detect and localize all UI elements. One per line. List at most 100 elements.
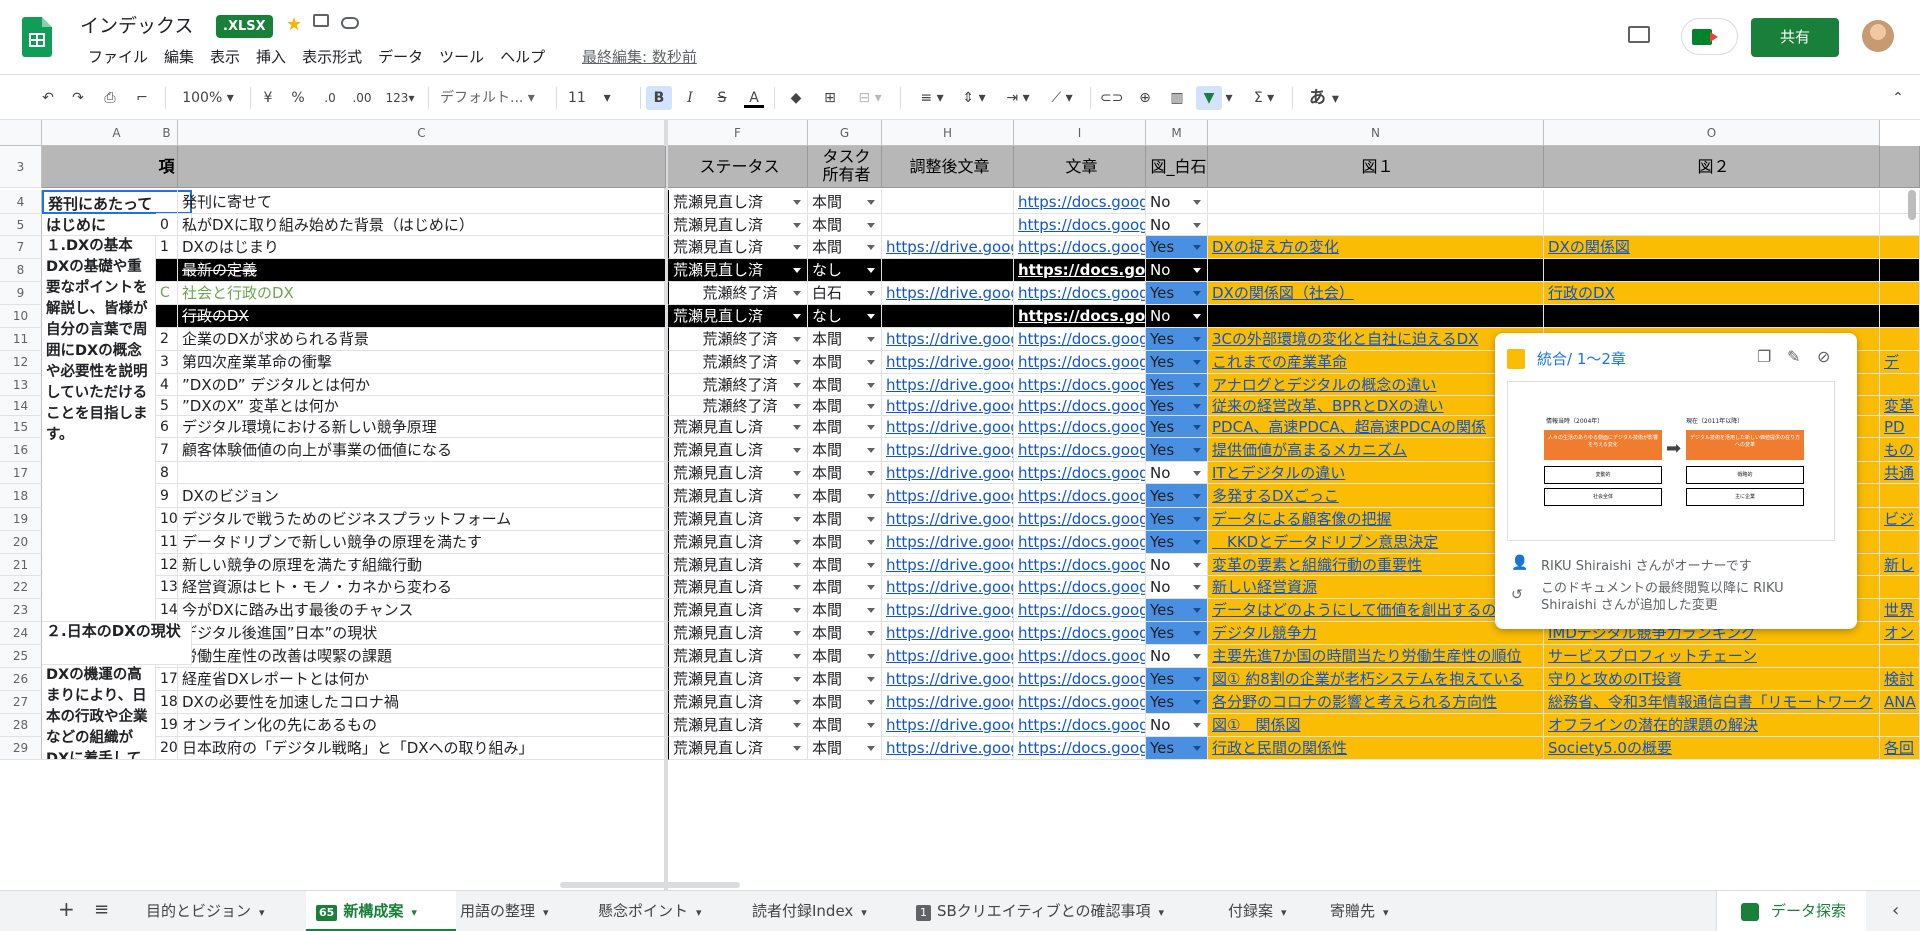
italic-button[interactable]: I — [680, 86, 700, 110]
cell-b[interactable]: 11 — [156, 531, 178, 554]
cell-h[interactable]: https://drive.googl — [882, 351, 1014, 374]
remove-link-icon[interactable]: ⊘ — [1817, 347, 1830, 366]
cell-i[interactable]: https://docs.google — [1014, 259, 1146, 282]
cell-n[interactable]: 従来の経営改革、BPRとDXの違い — [1208, 396, 1544, 416]
cell-p[interactable] — [1880, 259, 1920, 282]
cell-h[interactable]: https://drive.googl — [882, 282, 1014, 305]
chevron-down-icon[interactable] — [1193, 382, 1201, 388]
cell-f[interactable]: 荒瀬見直し済 — [668, 416, 808, 438]
cell-i[interactable]: https://docs.google — [1014, 622, 1146, 645]
cell-m[interactable]: No — [1146, 576, 1208, 599]
cell-g[interactable]: 本間 — [808, 599, 882, 622]
cell-b[interactable]: 10 — [156, 508, 178, 531]
cell-c[interactable] — [178, 462, 666, 484]
chevron-down-icon[interactable] — [1193, 677, 1201, 682]
cell-f[interactable]: 荒瀬見直し済 — [668, 190, 808, 214]
cell-h[interactable]: https://drive.googl — [882, 599, 1014, 622]
sheets-logo-icon[interactable] — [22, 17, 52, 57]
chevron-down-icon[interactable] — [1193, 470, 1201, 476]
chevron-down-icon[interactable] — [1193, 540, 1201, 545]
cell-c[interactable]: DXの必要性を加速したコロナ禍 — [178, 691, 666, 714]
insert-link-icon[interactable]: ⊂⊃ — [1100, 86, 1123, 110]
cell-f[interactable]: 荒瀬終了済 — [668, 328, 808, 351]
font-select[interactable]: デフォルト... ▾ — [440, 86, 550, 110]
col-header-h[interactable]: H — [882, 120, 1014, 146]
menu-view[interactable]: 表示 — [202, 46, 248, 68]
chevron-down-icon[interactable] — [793, 360, 801, 365]
chevron-down-icon[interactable] — [867, 382, 875, 388]
vertical-align-icon[interactable]: ⇕ ▾ — [956, 86, 992, 110]
cell-b[interactable]: 7 — [156, 438, 178, 462]
chevron-down-icon[interactable] — [867, 314, 875, 319]
cell-m[interactable]: No — [1146, 554, 1208, 576]
cell-n[interactable] — [1208, 305, 1544, 328]
comments-icon[interactable] — [1628, 26, 1650, 43]
cell-p[interactable] — [1880, 484, 1920, 508]
cell-n[interactable]: これまでの産業革命 — [1208, 351, 1544, 374]
chevron-down-icon[interactable] — [867, 245, 875, 250]
chevron-down-icon[interactable] — [1193, 700, 1201, 705]
cell-i[interactable]: https://docs.google — [1014, 668, 1146, 691]
cell-m[interactable]: Yes — [1146, 668, 1208, 691]
cell-p[interactable] — [1880, 236, 1920, 259]
cell-f[interactable]: 荒瀬見直し済 — [668, 714, 808, 737]
cell-i[interactable]: https://docs.google — [1014, 438, 1146, 462]
cell-o[interactable]: サービスプロフィットチェーン — [1544, 645, 1880, 668]
corner-cell[interactable] — [0, 120, 42, 146]
cell-g[interactable]: なし — [808, 305, 882, 328]
cell-o[interactable]: Society5.0の概要 — [1544, 737, 1880, 760]
cell-f[interactable]: 荒瀬見直し済 — [668, 484, 808, 508]
avatar[interactable] — [1862, 20, 1894, 52]
chevron-down-icon[interactable] — [1193, 493, 1201, 499]
cell-h[interactable]: https://drive.googl — [882, 484, 1014, 508]
cell-i[interactable]: https://docs.google — [1014, 236, 1146, 259]
chevron-down-icon[interactable]: ▾ — [411, 906, 417, 919]
font-size-select[interactable]: 11 ▾ — [568, 86, 632, 110]
cell-n[interactable] — [1208, 190, 1544, 214]
chevron-down-icon[interactable] — [867, 585, 875, 590]
chevron-down-icon[interactable] — [1193, 337, 1201, 342]
chevron-down-icon[interactable] — [793, 268, 801, 273]
col-header-i[interactable]: I — [1014, 120, 1146, 146]
row-header[interactable]: 14 — [0, 396, 42, 416]
input-tools-button[interactable]: あ ▾ — [1304, 86, 1344, 110]
chevron-down-icon[interactable] — [793, 540, 801, 545]
chevron-down-icon[interactable] — [867, 222, 875, 228]
cell-b[interactable]: 1 — [156, 236, 178, 259]
cell-b[interactable]: C — [156, 282, 178, 305]
cell-p[interactable] — [1880, 576, 1920, 599]
cell-p[interactable] — [1880, 374, 1920, 396]
cell-p[interactable]: ビジ — [1880, 508, 1920, 531]
cell-n[interactable] — [1208, 259, 1544, 282]
menu-help[interactable]: ヘルプ — [492, 46, 553, 68]
cell-i[interactable]: https://docs.google — [1014, 462, 1146, 484]
cell-m[interactable]: Yes — [1146, 351, 1208, 374]
col-header-b[interactable]: B — [156, 120, 178, 146]
cell-m[interactable]: Yes — [1146, 737, 1208, 760]
cell-h[interactable]: https://drive.googl — [882, 668, 1014, 691]
last-edit-link[interactable]: 最終編集: 数秒前 — [582, 46, 697, 68]
cell-c[interactable]: 行政のDX — [178, 305, 666, 328]
chevron-down-icon[interactable] — [793, 245, 801, 250]
chevron-down-icon[interactable] — [793, 337, 801, 342]
col-header-o[interactable]: O — [1544, 120, 1880, 146]
redo-icon[interactable]: ↷ — [68, 86, 88, 110]
cell-b[interactable]: 6 — [156, 416, 178, 438]
cell-c[interactable]: デジタルで戦うためのビジネスプラットフォーム — [178, 508, 666, 531]
cell-c[interactable]: デジタル環境における新しい競争原理 — [178, 416, 666, 438]
cell-i[interactable]: https://docs.google — [1014, 531, 1146, 554]
cell-p[interactable] — [1880, 714, 1920, 737]
row-header[interactable]: 21 — [0, 554, 42, 576]
cell-p[interactable]: ANA — [1880, 691, 1920, 714]
cell-f[interactable]: 荒瀬見直し済 — [668, 622, 808, 645]
cell-o[interactable]: 守りと攻めのIT投資 — [1544, 668, 1880, 691]
cell-n[interactable]: ITとデジタルの違い — [1208, 462, 1544, 484]
row-header[interactable]: 25 — [0, 645, 42, 668]
cell-o[interactable]: オフラインの潜在的課題の解決 — [1544, 714, 1880, 737]
cell-c[interactable]: データドリブンで新しい競争の原理を満たす — [178, 531, 666, 554]
row-header[interactable]: 18 — [0, 484, 42, 508]
cell-g[interactable]: 本間 — [808, 668, 882, 691]
chevron-down-icon[interactable] — [1193, 222, 1201, 228]
cell-i[interactable]: https://docs.google — [1014, 396, 1146, 416]
cell-g[interactable]: 本間 — [808, 645, 882, 668]
